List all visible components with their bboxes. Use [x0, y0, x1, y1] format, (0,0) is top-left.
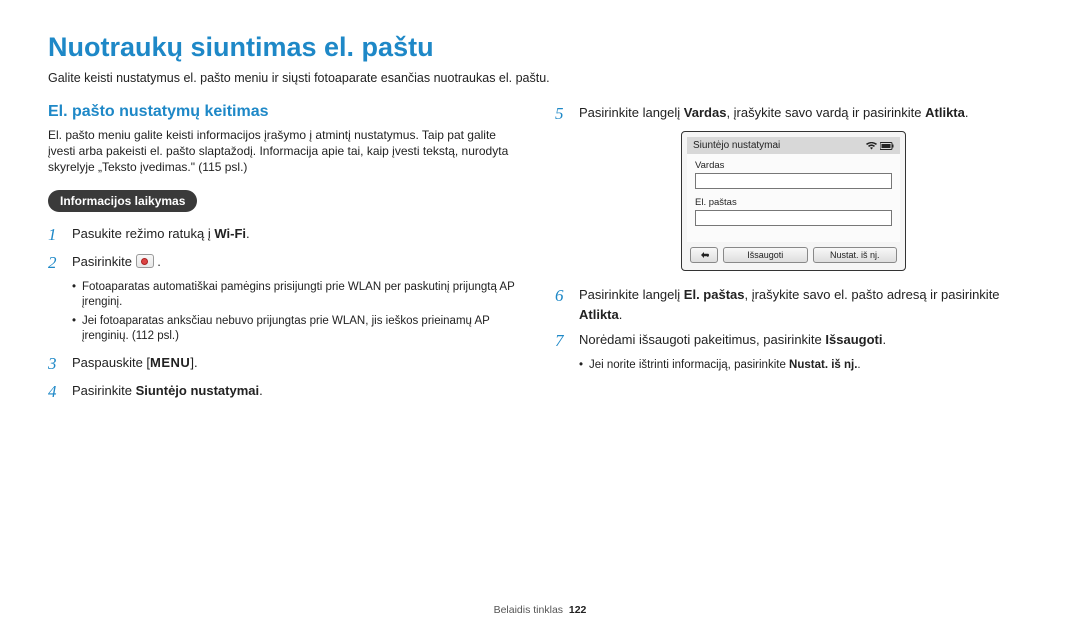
- wifi-label: Wi-Fi: [214, 226, 246, 241]
- step-number: 4: [48, 381, 62, 403]
- name-input[interactable]: [695, 173, 892, 189]
- step-text: ].: [190, 355, 197, 370]
- reset-label: Nustat. iš nj.: [789, 359, 857, 371]
- email-app-icon: [136, 254, 154, 268]
- section-description: El. pašto meniu galite keisti informacij…: [48, 127, 525, 176]
- step-number: 1: [48, 224, 62, 246]
- back-button[interactable]: [690, 247, 718, 263]
- step-5: 5 Pasirinkite langelį Vardas, įrašykite …: [555, 103, 1032, 125]
- step-text: .: [154, 254, 161, 269]
- back-arrow-icon: [698, 251, 710, 259]
- step-2-bullets: Fotoaparatas automatiškai pamėgins prisi…: [72, 280, 525, 345]
- name-label: Vardas: [695, 160, 892, 171]
- email-input[interactable]: [695, 210, 892, 226]
- step-2: 2 Pasirinkite .: [48, 252, 525, 274]
- icon-dot: [141, 258, 148, 265]
- step-text: Pasirinkite langelį: [579, 287, 684, 302]
- step-text: Pasukite režimo ratuką į: [72, 226, 214, 241]
- step-number: 2: [48, 252, 62, 274]
- page-number: 122: [569, 604, 587, 616]
- step-body: Pasirinkite .: [72, 252, 525, 272]
- step-text: .: [259, 383, 263, 398]
- step-text: .: [882, 332, 886, 347]
- step-body: Pasirinkite langelį Vardas, įrašykite sa…: [579, 103, 1032, 123]
- step-7-bullets: Jei norite ištrinti informaciją, pasirin…: [579, 358, 1032, 374]
- step-7: 7 Norėdami išsaugoti pakeitimus, pasirin…: [555, 330, 1032, 352]
- battery-icon: [880, 142, 894, 150]
- done-label: Atlikta: [925, 105, 965, 120]
- step-text: Pasirinkite: [72, 383, 136, 398]
- device-screenshot: Siuntėjo nustatymai Vardas El. paštas Iš…: [681, 131, 906, 271]
- left-column: El. pašto nustatymų keitimas El. pašto m…: [48, 103, 525, 409]
- step-4: 4 Pasirinkite Siuntėjo nustatymai.: [48, 381, 525, 403]
- step-number: 7: [555, 330, 569, 352]
- step-number: 3: [48, 353, 62, 375]
- step-text: , įrašykite savo vardą ir pasirinkite: [726, 105, 925, 120]
- screenshot-title: Siuntėjo nustatymai: [693, 140, 780, 151]
- step-1: 1 Pasukite režimo ratuką į Wi-Fi.: [48, 224, 525, 246]
- screenshot-body: Vardas El. paštas: [687, 154, 900, 242]
- menu-label: MENU: [150, 355, 190, 370]
- bullet-text: .: [857, 359, 860, 371]
- footer-section: Belaidis tinklas: [494, 604, 563, 616]
- step-text: Pasirinkite langelį: [579, 105, 684, 120]
- sender-settings-label: Siuntėjo nustatymai: [136, 383, 260, 398]
- save-button[interactable]: Išsaugoti: [723, 247, 808, 263]
- reset-button[interactable]: Nustat. iš nj.: [813, 247, 898, 263]
- screenshot-footer: Išsaugoti Nustat. iš nj.: [687, 242, 900, 265]
- step-text: , įrašykite savo el. pašto adresą ir pas…: [744, 287, 999, 302]
- done-label: Atlikta: [579, 307, 619, 322]
- page-footer: Belaidis tinklas 122: [0, 604, 1080, 616]
- bullet-item: Fotoaparatas automatiškai pamėgins prisi…: [72, 280, 525, 311]
- step-body: Pasukite režimo ratuką į Wi-Fi.: [72, 224, 525, 244]
- step-body: Pasirinkite langelį El. paštas, įrašykit…: [579, 285, 1032, 324]
- email-field-label: El. paštas: [684, 287, 745, 302]
- intro-text: Galite keisti nustatymus el. pašto meniu…: [48, 71, 1032, 85]
- step-text: Norėdami išsaugoti pakeitimus, pasirinki…: [579, 332, 825, 347]
- bullet-text: Jei norite ištrinti informaciją, pasirin…: [589, 359, 789, 371]
- step-number: 5: [555, 103, 569, 125]
- email-label: El. paštas: [695, 197, 892, 208]
- section-title: El. pašto nustatymų keitimas: [48, 103, 525, 121]
- step-body: Paspauskite [MENU].: [72, 353, 525, 373]
- step-text: Pasirinkite: [72, 254, 136, 269]
- bullet-item: Jei norite ištrinti informaciją, pasirin…: [579, 358, 1032, 374]
- step-6: 6 Pasirinkite langelį El. paštas, įrašyk…: [555, 285, 1032, 324]
- step-3: 3 Paspauskite [MENU].: [48, 353, 525, 375]
- step-text: .: [619, 307, 623, 322]
- step-text: Paspauskite [: [72, 355, 150, 370]
- right-column: 5 Pasirinkite langelį Vardas, įrašykite …: [555, 103, 1032, 409]
- info-storage-badge: Informacijos laikymas: [48, 190, 197, 212]
- step-number: 6: [555, 285, 569, 307]
- step-body: Pasirinkite Siuntėjo nustatymai.: [72, 381, 525, 401]
- step-text: .: [965, 105, 969, 120]
- wifi-icon: [866, 142, 877, 150]
- name-field-label: Vardas: [684, 105, 727, 120]
- bullet-item: Jei fotoaparatas anksčiau nebuvo prijung…: [72, 314, 525, 345]
- save-label: Išsaugoti: [825, 332, 882, 347]
- page-title: Nuotraukų siuntimas el. paštu: [48, 32, 1032, 63]
- status-icons: [866, 142, 894, 150]
- two-column-layout: El. pašto nustatymų keitimas El. pašto m…: [48, 103, 1032, 409]
- step-body: Norėdami išsaugoti pakeitimus, pasirinki…: [579, 330, 1032, 350]
- screenshot-header: Siuntėjo nustatymai: [687, 137, 900, 154]
- step-text: .: [246, 226, 250, 241]
